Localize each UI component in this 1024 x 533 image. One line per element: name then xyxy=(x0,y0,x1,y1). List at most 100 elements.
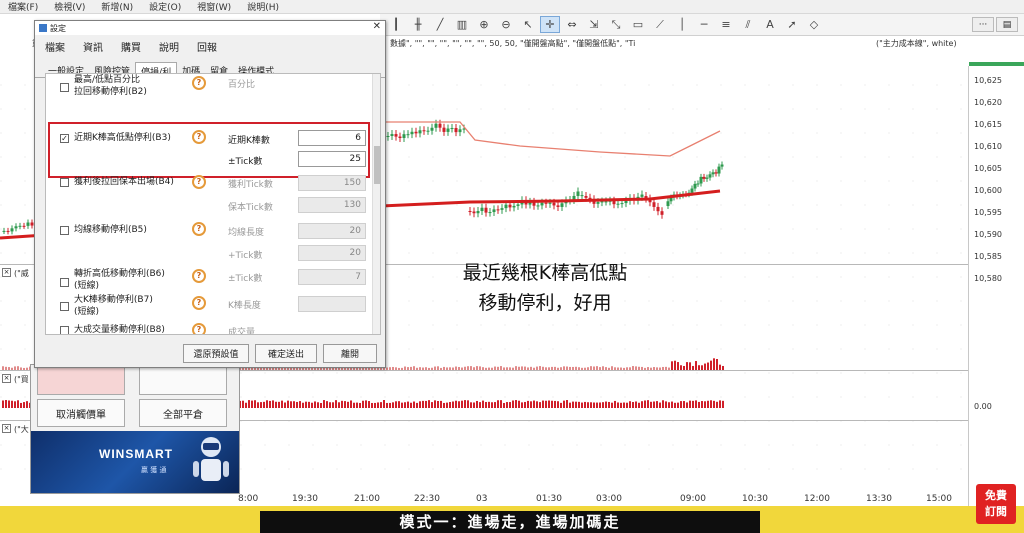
indicator-bar xyxy=(359,402,361,408)
b4-breakeven-tick-input[interactable]: 130 xyxy=(298,197,366,213)
subscribe-button[interactable]: 免費 訂閱 xyxy=(976,484,1016,524)
help-icon[interactable]: ? xyxy=(192,222,206,236)
b6-checkbox[interactable] xyxy=(60,278,69,287)
dialog-menu-report[interactable]: 回報 xyxy=(197,39,217,54)
pointer-icon[interactable]: ↖ xyxy=(518,16,538,33)
dialog-titlebar[interactable]: 設定 ✕ xyxy=(35,21,385,35)
text-icon[interactable]: A xyxy=(760,16,780,33)
drag-icon[interactable]: ⇔ xyxy=(562,16,582,33)
indicator-bar xyxy=(308,401,310,408)
indicator-bar xyxy=(11,400,13,408)
ruler-icon[interactable]: ▭ xyxy=(628,16,648,33)
channel-icon[interactable]: ⫽ xyxy=(738,16,758,33)
layout-icon[interactable]: ▤ xyxy=(996,17,1018,32)
candle-body xyxy=(390,134,394,137)
candle-icon[interactable]: ┃ xyxy=(386,16,406,33)
confirm-button[interactable]: 確定送出 xyxy=(255,344,317,363)
b4-profit-tick-input[interactable]: 150 xyxy=(298,175,366,191)
help-icon[interactable]: ? xyxy=(192,76,206,90)
zoom-out-icon[interactable]: ⊖ xyxy=(496,16,516,33)
horizontal-line-icon[interactable]: ─ xyxy=(694,16,714,33)
b5-checkbox[interactable] xyxy=(60,226,69,235)
candle-body xyxy=(660,211,664,215)
help-icon[interactable]: ? xyxy=(192,296,206,310)
pane-close-icon[interactable]: × xyxy=(2,374,11,383)
pane-close-icon[interactable]: × xyxy=(2,268,11,277)
indicator-bar xyxy=(635,401,637,408)
time-label: 21:00 xyxy=(354,494,380,504)
candle-body xyxy=(708,174,712,178)
exit-button[interactable]: 離開 xyxy=(323,344,377,363)
zoom-in-icon[interactable]: ⊕ xyxy=(474,16,494,33)
help-icon[interactable]: ? xyxy=(192,269,206,283)
candle-body xyxy=(508,204,512,208)
candle-body xyxy=(666,201,670,206)
pane-label: ("大 xyxy=(14,425,29,434)
measure-icon[interactable]: ⤡ xyxy=(606,16,626,33)
arrow-icon[interactable]: ➚ xyxy=(782,16,802,33)
bars-icon[interactable]: ╫ xyxy=(408,16,428,33)
sell-button[interactable] xyxy=(139,367,227,395)
price-axis[interactable]: 10,625 10,620 10,615 10,610 10,605 10,60… xyxy=(968,66,1024,506)
help-icon[interactable]: ? xyxy=(192,323,206,334)
more-options-icon[interactable]: ··· xyxy=(972,17,994,32)
b5-tick-input[interactable]: 20 xyxy=(298,245,366,261)
indicator-bar xyxy=(14,401,16,408)
help-icon[interactable]: ? xyxy=(192,175,206,189)
menu-window[interactable]: 視窗(W) xyxy=(189,0,239,13)
indicator-bar xyxy=(512,400,514,408)
indicator-bar xyxy=(638,402,640,408)
vertical-line-icon[interactable]: │ xyxy=(672,16,692,33)
candle-body xyxy=(552,202,556,206)
highlight-box xyxy=(48,122,370,178)
indicator-bar xyxy=(311,402,313,408)
fibonacci-icon[interactable]: ≡ xyxy=(716,16,736,33)
settings-scrollbar[interactable] xyxy=(372,74,380,334)
indicator-bar xyxy=(398,401,400,408)
menu-view[interactable]: 檢視(V) xyxy=(46,0,93,13)
buy-button[interactable] xyxy=(37,367,125,395)
scrollbar-thumb[interactable] xyxy=(374,146,380,184)
close-icon[interactable]: ✕ xyxy=(373,21,381,32)
indicator-bar xyxy=(530,401,532,408)
restore-defaults-button[interactable]: 還原預設值 xyxy=(183,344,249,363)
annotation-line: 移動停利，好用 xyxy=(478,292,612,314)
dialog-menu-info[interactable]: 資訊 xyxy=(83,39,103,54)
close-all-button[interactable]: 全部平倉 xyxy=(139,399,227,427)
cancel-orders-button[interactable]: 取消觸價單 xyxy=(37,399,125,427)
menu-help[interactable]: 說明(H) xyxy=(239,0,287,13)
b2-param-label: 百分比 xyxy=(228,80,256,90)
b7-length-input[interactable] xyxy=(298,296,366,312)
b6-param-label: ±Tick數 xyxy=(228,274,263,284)
b4-checkbox[interactable] xyxy=(60,178,69,187)
b2-checkbox[interactable] xyxy=(60,83,69,92)
indicator-bar xyxy=(5,400,7,408)
indicator-bar xyxy=(686,402,688,408)
menu-file[interactable]: 檔案(F) xyxy=(0,0,46,13)
bar-chart-icon[interactable]: ▥ xyxy=(452,16,472,33)
b8-checkbox[interactable] xyxy=(60,326,69,334)
dialog-menu-file[interactable]: 檔案 xyxy=(45,39,65,54)
b6-tick-input[interactable]: 7 xyxy=(298,269,366,285)
indicator-bar xyxy=(425,400,427,408)
dialog-menu-help[interactable]: 說明 xyxy=(159,39,179,54)
range-icon[interactable]: ⇲ xyxy=(584,16,604,33)
indicator-bar xyxy=(323,400,325,408)
pane-close-icon[interactable]: × xyxy=(2,424,11,433)
line-icon[interactable]: ╱ xyxy=(430,16,450,33)
volume-bar xyxy=(674,360,676,370)
trendline-icon[interactable]: ⟋ xyxy=(650,16,670,33)
b5-ma-length-input[interactable]: 20 xyxy=(298,223,366,239)
crosshair-icon[interactable]: ✛ xyxy=(540,16,560,33)
menu-settings[interactable]: 設定(O) xyxy=(141,0,189,13)
indicator-bar xyxy=(275,401,277,408)
menu-new[interactable]: 新增(N) xyxy=(93,0,141,13)
shapes-icon[interactable]: ◇ xyxy=(804,16,824,33)
indicator-bar xyxy=(626,402,628,408)
indicator-bar xyxy=(674,402,676,408)
candle-body xyxy=(394,134,398,137)
b7-checkbox[interactable] xyxy=(60,302,69,311)
brand-banner: WINSMART 贏 獲 通 xyxy=(31,431,239,493)
indicator-bar xyxy=(26,401,28,408)
dialog-menu-purchase[interactable]: 購買 xyxy=(121,39,141,54)
